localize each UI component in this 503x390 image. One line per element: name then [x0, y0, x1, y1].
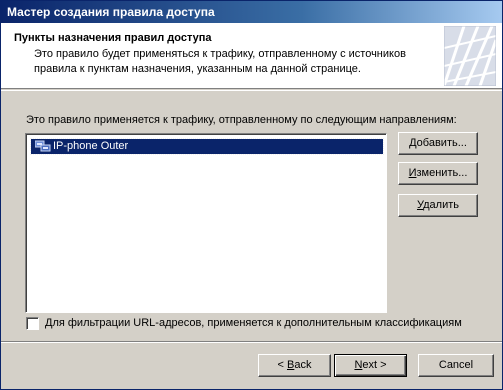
title-bar[interactable]: Мастер создания правила доступа — [1, 1, 502, 23]
cancel-button[interactable]: Cancel — [418, 354, 494, 377]
destinations-prompt: Это правило применяется к трафику, отпра… — [26, 114, 457, 126]
back-button-label: ack — [294, 359, 312, 371]
add-button-label: обавить... — [416, 137, 467, 149]
page-title: Пункты назначения правил доступа — [14, 32, 212, 44]
page-description: Это правило будет применяться к трафику,… — [34, 48, 406, 75]
edit-button-label: зменить... — [416, 167, 468, 179]
back-button[interactable]: < Back — [258, 354, 331, 377]
destinations-list[interactable]: IP-phone Outer — [25, 133, 387, 313]
next-button-label: ext > — [362, 359, 387, 371]
url-filter-checkbox[interactable] — [26, 317, 39, 330]
list-item[interactable]: IP-phone Outer — [30, 138, 384, 155]
delete-button[interactable]: Удалить — [398, 194, 478, 217]
edit-button[interactable]: Изменить... — [398, 162, 478, 185]
network-icon — [35, 140, 51, 152]
url-filter-label[interactable]: Для фильтрации URL-адресов, применяется … — [45, 317, 462, 330]
add-button-mnemonic: Д — [409, 137, 417, 149]
window-title: Мастер создания правила доступа — [7, 5, 215, 19]
header-divider — [1, 90, 502, 91]
list-item-label: IP-phone Outer — [53, 140, 129, 152]
delete-button-label: далить — [423, 199, 459, 211]
add-button[interactable]: Добавить... — [398, 132, 478, 155]
edit-button-mnemonic: И — [408, 167, 417, 179]
wizard-banner-icon — [444, 26, 496, 86]
wizard-header: Пункты назначения правил доступа Это пра… — [1, 23, 502, 89]
next-button[interactable]: Next > — [334, 354, 407, 377]
back-button-prefix: < — [277, 359, 287, 371]
footer-separator — [1, 341, 502, 343]
wizard-window: Мастер создания правила доступа Пункты н… — [0, 0, 503, 390]
